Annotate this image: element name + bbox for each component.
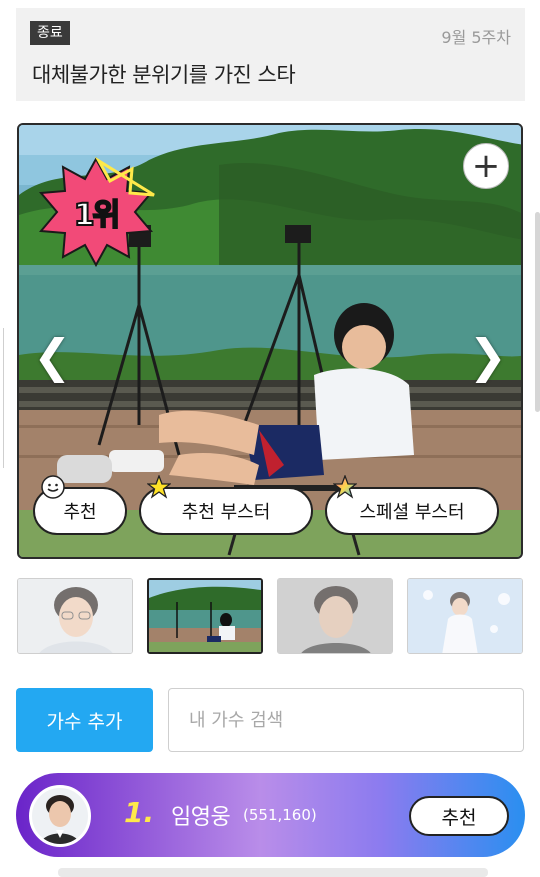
- thumbnail-2[interactable]: [147, 578, 263, 654]
- special-booster-label: 스페셜 부스터: [359, 502, 465, 523]
- scrollbar[interactable]: [535, 212, 540, 412]
- rank-number: 1.: [124, 796, 155, 829]
- add-singer-button[interactable]: 가수 추가: [16, 688, 153, 752]
- singer-search-input[interactable]: [168, 688, 524, 752]
- special-booster-button[interactable]: 스페셜 부스터: [325, 475, 499, 535]
- thumbnail-strip: [17, 578, 524, 656]
- booster-label: 추천 부스터: [181, 502, 271, 523]
- singer-name: 임영웅: [171, 805, 231, 830]
- thumbnail-1[interactable]: [17, 578, 133, 654]
- recommend-button[interactable]: 추천: [33, 475, 127, 535]
- plus-icon[interactable]: +: [463, 143, 509, 189]
- main-photo-carousel[interactable]: 1위 + ❮ ❯ 추천 추천 부스터 스페셜 부스터: [17, 123, 523, 559]
- recommend-label: 추천: [63, 502, 97, 523]
- thumbnail-3[interactable]: [277, 578, 393, 654]
- week-label: 9월 5주차: [441, 28, 511, 47]
- ranking-row: 1. 임영웅 (551,160) 추천: [16, 773, 525, 857]
- star-icon: [147, 475, 171, 499]
- status-badge: 종료: [30, 21, 70, 45]
- vote-count: (551,160): [243, 806, 317, 824]
- rainbow-star-icon: [333, 475, 357, 499]
- avatar: [29, 785, 91, 847]
- page-title: 대체불가한 분위기를 가진 스타: [32, 63, 296, 87]
- left-edge-divider: [0, 328, 4, 468]
- next-row-peek: [58, 868, 488, 877]
- chevron-right-icon[interactable]: ❯: [468, 333, 507, 379]
- thumbnail-4[interactable]: [407, 578, 523, 654]
- row-recommend-button[interactable]: 추천: [409, 796, 509, 836]
- rank-label: 1위: [73, 197, 121, 234]
- chevron-left-icon[interactable]: ❮: [33, 333, 72, 379]
- smile-icon: [41, 475, 65, 499]
- vote-header-card: 종료 9월 5주차 대체불가한 분위기를 가진 스타: [16, 8, 525, 101]
- booster-button[interactable]: 추천 부스터: [139, 475, 313, 535]
